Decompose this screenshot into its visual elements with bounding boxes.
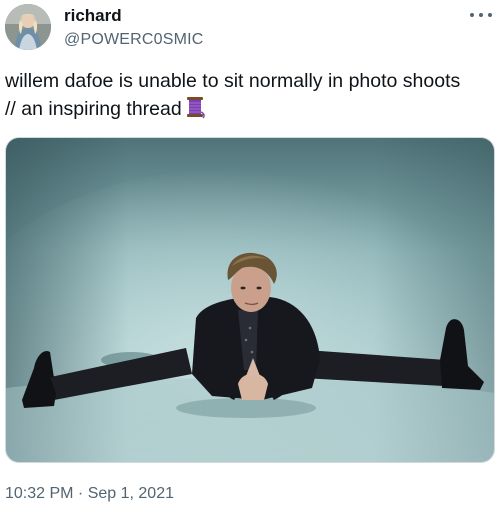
photo-image (6, 138, 494, 462)
tweet-text-line-2: // an inspiring thread (5, 98, 182, 120)
user-handle[interactable]: @POWERC0SMIC (64, 30, 204, 50)
tweet-text-line-1: willem dafoe is unable to sit normally i… (5, 70, 461, 92)
tweet-text: willem dafoe is unable to sit normally i… (5, 68, 495, 127)
thread-spool-icon (184, 95, 206, 127)
tweet-photo[interactable] (5, 137, 495, 463)
tweet: richard @POWERC0SMIC willem dafoe is una… (0, 0, 500, 508)
tweet-text-line-2-wrap: // an inspiring thread (5, 95, 495, 127)
display-name[interactable]: richard (64, 6, 122, 26)
avatar-image (5, 4, 51, 50)
avatar[interactable] (5, 4, 51, 50)
more-options-icon[interactable] (470, 8, 492, 22)
tweet-timestamp[interactable]: 10:32 PM · Sep 1, 2021 (5, 484, 174, 504)
